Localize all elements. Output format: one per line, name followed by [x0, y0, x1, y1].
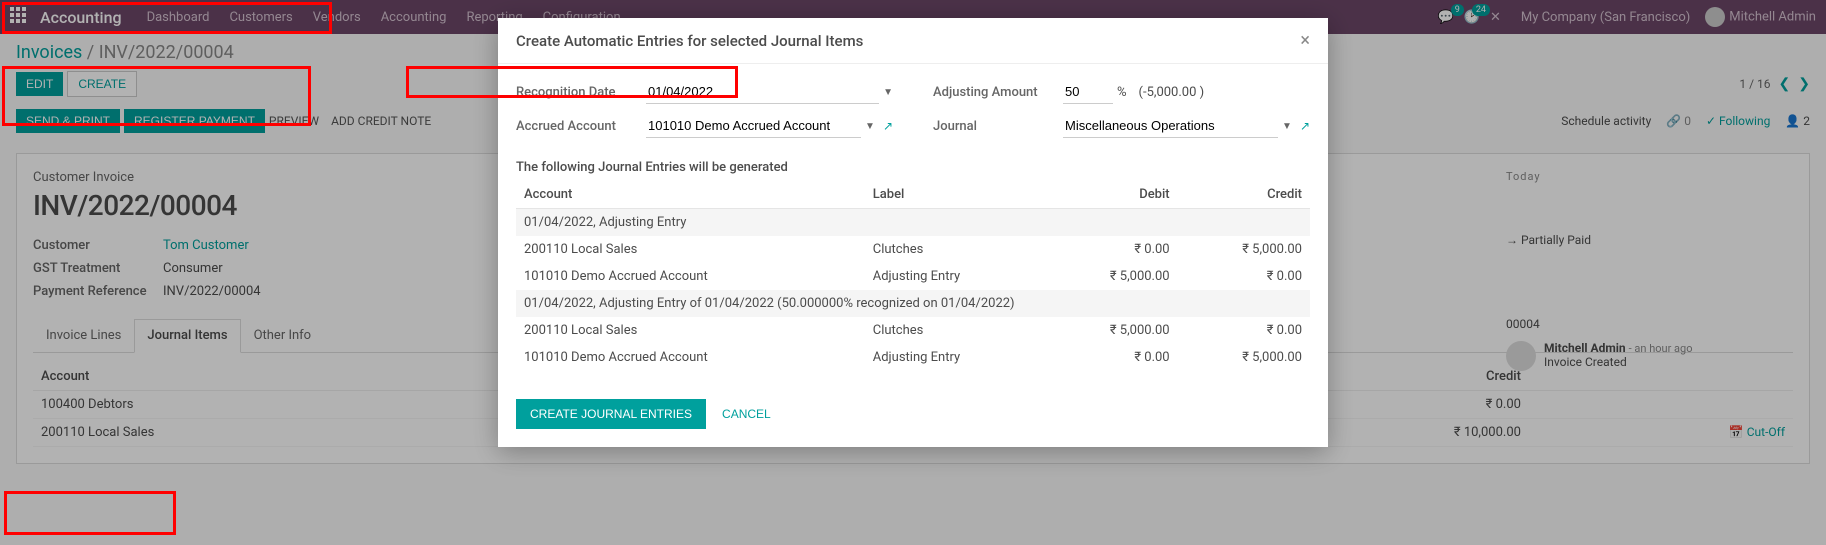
- adjusting-amount-label: Adjusting Amount: [933, 85, 1063, 100]
- modal-dialog: Create Automatic Entries for selected Jo…: [498, 18, 1328, 447]
- accrued-account-label: Accrued Account: [516, 119, 646, 134]
- highlight-left-fields: [2, 66, 311, 126]
- jt-col-debit: Debit: [1045, 181, 1177, 209]
- percent-label: %: [1117, 85, 1127, 100]
- jt-col-label: Label: [865, 181, 1046, 209]
- journal-input[interactable]: [1063, 114, 1278, 138]
- preview-label: The following Journal Entries will be ge…: [516, 160, 1310, 175]
- journal-preview-table: Account Label Debit Credit 01/04/2022, A…: [516, 181, 1310, 371]
- modal-title: Create Automatic Entries for selected Jo…: [516, 32, 863, 50]
- modal-overlay: Create Automatic Entries for selected Jo…: [0, 0, 1826, 545]
- jt-col-account: Account: [516, 181, 865, 209]
- journal-label: Journal: [933, 119, 1063, 134]
- modal-close-icon[interactable]: ×: [1300, 30, 1310, 51]
- cancel-button[interactable]: CANCEL: [722, 407, 771, 421]
- recognition-date-label: Recognition Date: [516, 85, 646, 100]
- journal-line: 101010 Demo Accrued AccountAdjusting Ent…: [516, 263, 1310, 290]
- adjusting-amount-display: (-5,000.00 ): [1131, 81, 1213, 104]
- journal-line: 200110 Local SalesClutches₹ 5,000.00₹ 0.…: [516, 317, 1310, 344]
- create-journal-entries-button[interactable]: CREATE JOURNAL ENTRIES: [516, 399, 706, 429]
- journal-line: 200110 Local SalesClutches₹ 0.00₹ 5,000.…: [516, 236, 1310, 263]
- group-header: 01/04/2022, Adjusting Entry of 01/04/202…: [516, 290, 1310, 317]
- highlight-title: [2, 2, 332, 34]
- caret-down-icon[interactable]: ▼: [883, 87, 893, 98]
- external-link-icon[interactable]: ↗: [1300, 119, 1310, 133]
- accrued-account-input[interactable]: [646, 114, 861, 138]
- jt-col-credit: Credit: [1178, 181, 1310, 209]
- journal-line: 101010 Demo Accrued AccountAdjusting Ent…: [516, 344, 1310, 371]
- recognition-date-input[interactable]: [646, 80, 879, 104]
- group-header: 01/04/2022, Adjusting Entry: [516, 209, 1310, 237]
- adjusting-amount-input[interactable]: [1063, 80, 1113, 104]
- highlight-create-btn: [4, 491, 176, 535]
- external-link-icon[interactable]: ↗: [883, 119, 893, 133]
- caret-down-icon[interactable]: ▼: [1282, 121, 1292, 132]
- caret-down-icon[interactable]: ▼: [865, 121, 875, 132]
